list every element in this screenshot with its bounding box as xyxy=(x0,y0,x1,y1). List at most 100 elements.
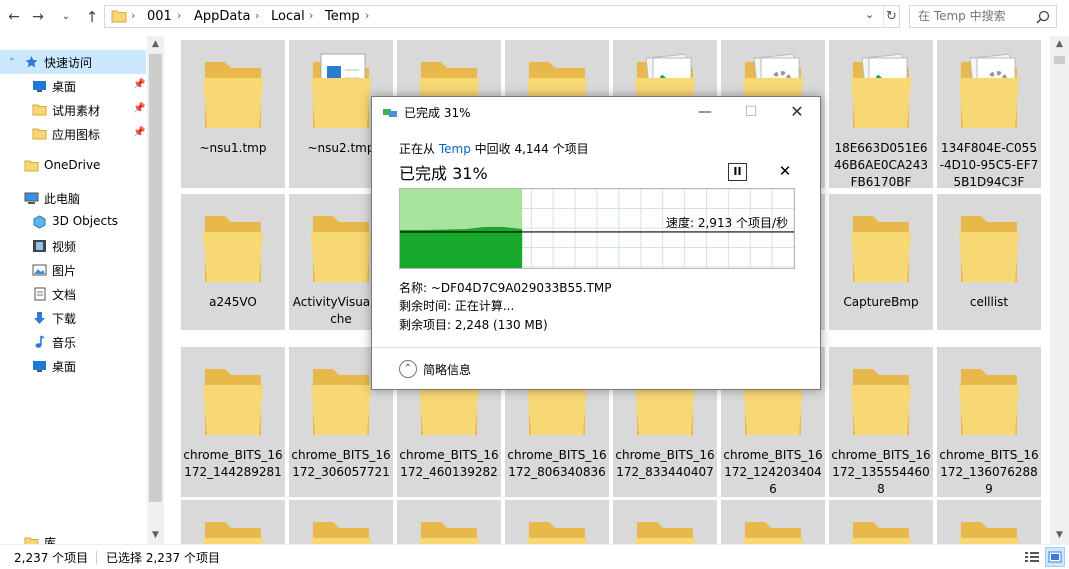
sidebar-item-pictures[interactable]: 图片 xyxy=(0,258,146,282)
desktop-icon xyxy=(33,361,46,372)
sidebar-item-quick-access[interactable]: ⌄ 快速访问 xyxy=(0,50,146,74)
search-box[interactable] xyxy=(909,5,1057,28)
sidebar-item-3d-objects[interactable]: 3D Objects xyxy=(0,210,146,234)
sidebar-scrollbar[interactable]: ▲ ▼ xyxy=(147,36,164,544)
scroll-up-icon[interactable]: ▲ xyxy=(147,36,164,53)
file-tile[interactable]: celllist xyxy=(937,194,1041,330)
forward-arrow-icon[interactable]: → xyxy=(28,6,48,28)
recent-chevron-icon[interactable]: ⌄ xyxy=(56,6,76,28)
folder-icon xyxy=(523,508,591,544)
breadcrumb-item[interactable]: AppData xyxy=(194,9,250,24)
file-tile[interactable] xyxy=(937,500,1041,544)
address-box[interactable]: › 001 › AppData › Local › Temp › ⌄ ↻ xyxy=(104,5,900,28)
sidebar-item-app-icons[interactable]: 应用图标 📌 xyxy=(0,122,146,146)
file-list-scroll-thumb[interactable] xyxy=(1054,56,1065,64)
address-dropdown-icon[interactable]: ⌄ xyxy=(865,8,874,21)
search-input[interactable] xyxy=(918,9,1034,23)
file-name: chrome_BITS_16172_833440407 xyxy=(615,448,715,479)
file-tile[interactable] xyxy=(397,500,501,544)
sidebar-item-downloads[interactable]: 下载 xyxy=(0,306,146,330)
breadcrumb-item[interactable]: Temp xyxy=(325,9,360,24)
sidebar-item-desktop[interactable]: 桌面 📌 xyxy=(0,74,146,98)
library-icon xyxy=(24,537,39,544)
sidebar-item-desktop-pc[interactable]: 桌面 xyxy=(0,354,146,378)
breadcrumb-separator: › xyxy=(365,9,370,22)
scroll-down-icon[interactable]: ▼ xyxy=(1051,527,1068,544)
collapse-chevron-icon[interactable]: ⌃ xyxy=(399,360,417,378)
sidebar-item-onedrive[interactable]: OneDrive xyxy=(0,154,146,178)
sidebar-item-videos[interactable]: 视频 xyxy=(0,234,146,258)
cube-icon xyxy=(33,215,46,229)
maximize-icon[interactable]: ☐ xyxy=(728,97,774,127)
file-tile[interactable]: 134F804E-C055-4D10-95C5-EF75B1D94C3F xyxy=(937,40,1041,189)
sidebar-item-label: 桌面 xyxy=(52,360,77,374)
file-tile[interactable] xyxy=(829,500,933,544)
file-tile[interactable]: chrome_BITS_16172_1360762889 xyxy=(937,347,1041,497)
file-tile[interactable] xyxy=(181,500,285,544)
navigation-pane: ⌄ 快速访问 桌面 📌 试用素材 📌 应用图标 📌 OneDrive 此电脑 3… xyxy=(0,36,164,544)
star-icon xyxy=(25,56,38,68)
stop-icon[interactable]: ✕ xyxy=(776,162,794,180)
sidebar-item-label: 视频 xyxy=(52,240,77,254)
folder-icon xyxy=(307,508,375,544)
sidebar-item-label: 库 xyxy=(44,536,57,544)
file-name: chrome_BITS_16172_460139282 xyxy=(399,448,499,479)
expand-chevron-icon[interactable]: ⌄ xyxy=(8,53,16,63)
minimize-icon[interactable]: — xyxy=(682,97,728,127)
picture-icon xyxy=(32,264,47,276)
file-name: chrome_BITS_16172_306057721 xyxy=(291,448,391,479)
refresh-icon[interactable]: ↻ xyxy=(883,6,899,27)
file-name: chrome_BITS_16172_806340836 xyxy=(507,448,607,479)
sidebar-item-libraries[interactable]: 库 xyxy=(0,530,146,544)
file-tile[interactable] xyxy=(721,500,825,544)
folder-icon xyxy=(307,202,375,288)
file-tile[interactable]: CaptureBmp xyxy=(829,194,933,330)
details-view-icon[interactable] xyxy=(1022,547,1042,567)
scroll-up-icon[interactable]: ▲ xyxy=(1051,36,1068,53)
sidebar-scroll-thumb[interactable] xyxy=(149,54,162,502)
file-tile[interactable]: ~nsu1.tmp xyxy=(181,40,285,188)
file-tile[interactable] xyxy=(289,500,393,544)
sidebar-item-label: 3D Objects xyxy=(52,214,119,228)
selected-count: 已选择 2,237 个项目 xyxy=(106,551,220,565)
pin-icon[interactable]: 📌 xyxy=(133,79,145,90)
dialog-title: 已完成 31% xyxy=(404,106,471,120)
scroll-down-icon[interactable]: ▼ xyxy=(147,527,164,544)
pin-icon[interactable]: 📌 xyxy=(133,103,145,114)
file-tile[interactable]: chrome_BITS_16172_1355544608 xyxy=(829,347,933,497)
folder-icon xyxy=(955,508,1023,544)
large-icons-view-icon[interactable] xyxy=(1045,547,1065,567)
file-name: chrome_BITS_16172_1360762889 xyxy=(939,448,1039,496)
sidebar-item-music[interactable]: 音乐 xyxy=(0,330,146,354)
fewer-details-button[interactable]: 简略信息 xyxy=(423,361,471,378)
file-tile[interactable]: chrome_BITS_16172_144289281 xyxy=(181,347,285,497)
breadcrumb-item[interactable]: 001 xyxy=(147,9,172,24)
file-tile[interactable]: 18E663D051E646B6AE0CA243FB6170BF xyxy=(829,40,933,189)
sidebar-item-this-pc[interactable]: 此电脑 xyxy=(0,186,146,210)
source-prefix: 正在从 xyxy=(399,142,439,156)
pause-icon[interactable]: II xyxy=(728,163,747,181)
music-icon xyxy=(35,335,45,348)
file-tile[interactable] xyxy=(505,500,609,544)
file-list-scrollbar[interactable]: ▲ ▼ xyxy=(1050,36,1069,544)
sidebar-item-trial-material[interactable]: 试用素材 📌 xyxy=(0,98,146,122)
video-icon xyxy=(33,240,46,252)
up-arrow-icon[interactable]: ↑ xyxy=(82,6,102,28)
back-arrow-icon[interactable]: ← xyxy=(4,6,24,28)
breadcrumb-separator: › xyxy=(255,9,260,22)
file-tile[interactable]: a245VO xyxy=(181,194,285,330)
source-folder-link[interactable]: Temp xyxy=(439,142,471,156)
sidebar-item-documents[interactable]: 文档 xyxy=(0,282,146,306)
recycle-progress-icon xyxy=(383,109,397,117)
item-count: 2,237 个项目 xyxy=(14,551,89,565)
close-icon[interactable]: ✕ xyxy=(774,97,820,127)
desktop-icon xyxy=(33,81,46,92)
folder-icon xyxy=(199,202,267,288)
gear-folder-icon xyxy=(955,48,1023,134)
computer-icon xyxy=(24,192,39,204)
breadcrumb-item[interactable]: Local xyxy=(271,9,305,24)
file-tile[interactable] xyxy=(613,500,717,544)
pin-icon[interactable]: 📌 xyxy=(133,127,145,138)
arrow-folder-icon xyxy=(847,48,915,134)
folder-icon xyxy=(24,160,39,172)
